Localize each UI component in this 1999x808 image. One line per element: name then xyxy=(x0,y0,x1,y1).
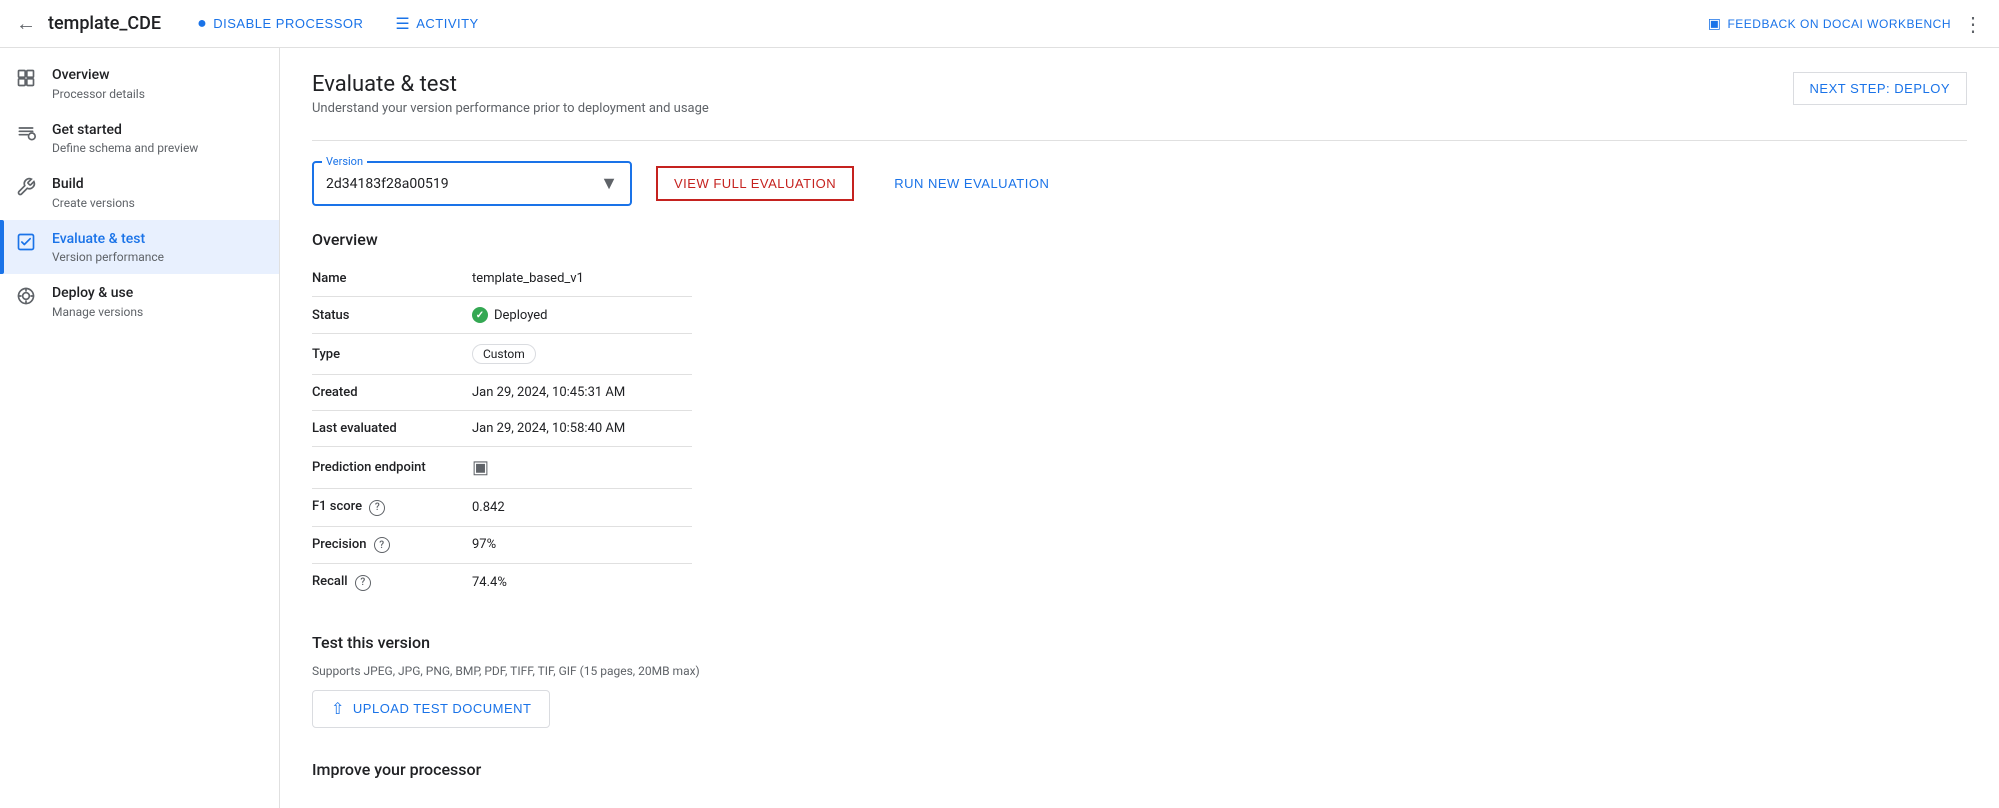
upload-icon: ⇧ xyxy=(331,699,345,719)
feedback-button[interactable]: ▣ FEEDBACK ON DOCAI WORKBENCH xyxy=(1708,15,1951,32)
row-key-type: Type xyxy=(312,334,472,375)
view-full-evaluation-button[interactable]: VIEW FULL EVALUATION xyxy=(656,166,854,201)
sidebar-item-overview[interactable]: Overview Processor details xyxy=(0,56,279,111)
row-key-precision: Precision ? xyxy=(312,526,472,564)
row-key-last-evaluated: Last evaluated xyxy=(312,411,472,447)
disable-icon: ● xyxy=(197,15,207,33)
table-row: Recall ? 74.4% xyxy=(312,564,692,601)
table-row: Status Deployed xyxy=(312,297,692,334)
evaluate-icon xyxy=(16,232,40,256)
row-value-prediction: ▣ xyxy=(472,447,692,489)
header-right: ▣ FEEDBACK ON DOCAI WORKBENCH ⋮ xyxy=(1708,12,1983,36)
row-value-last-evaluated: Jan 29, 2024, 10:58:40 AM xyxy=(472,411,692,447)
row-value-status: Deployed xyxy=(472,297,692,334)
row-key-prediction: Prediction endpoint xyxy=(312,447,472,489)
get-started-icon xyxy=(16,123,40,147)
disable-processor-button[interactable]: ● DISABLE PROCESSOR xyxy=(185,9,375,39)
test-section-title: Test this version xyxy=(312,633,1967,652)
version-select-wrapper[interactable]: Version 2d34183f28a00519 ▼ xyxy=(312,161,632,206)
status-dot xyxy=(472,307,488,323)
page-subtitle: Understand your version performance prio… xyxy=(312,101,709,116)
run-new-evaluation-button[interactable]: RUN NEW EVALUATION xyxy=(878,168,1065,199)
row-key-created: Created xyxy=(312,375,472,411)
f1-info-icon[interactable]: ? xyxy=(369,500,385,516)
app-title: template_CDE xyxy=(48,13,161,34)
back-icon[interactable]: ← xyxy=(16,11,36,36)
status-badge: Deployed xyxy=(472,307,692,323)
overview-table: Name template_based_v1 Status Deployed xyxy=(312,261,692,601)
row-key-name: Name xyxy=(312,261,472,297)
row-key-recall: Recall ? xyxy=(312,564,472,601)
table-row: Precision ? 97% xyxy=(312,526,692,564)
type-chip: Custom xyxy=(472,344,536,364)
page-header: Evaluate & test Understand your version … xyxy=(312,72,1967,116)
header-actions: ● DISABLE PROCESSOR ☰ ACTIVITY xyxy=(185,8,491,40)
version-value: 2d34183f28a00519 xyxy=(326,176,449,192)
version-row: Version 2d34183f28a00519 ▼ VIEW FULL EVA… xyxy=(312,161,1967,206)
row-key-status: Status xyxy=(312,297,472,334)
divider xyxy=(312,140,1967,141)
more-options-icon[interactable]: ⋮ xyxy=(1963,12,1983,36)
next-step-button[interactable]: NEXT STEP: DEPLOY xyxy=(1793,72,1967,105)
deploy-icon xyxy=(16,286,40,310)
recall-info-icon[interactable]: ? xyxy=(355,575,371,591)
status-text: Deployed xyxy=(494,308,548,323)
table-row: Type Custom xyxy=(312,334,692,375)
row-value-recall: 74.4% xyxy=(472,564,692,601)
version-label: Version xyxy=(322,155,367,168)
overview-section-title: Overview xyxy=(312,230,1967,249)
improve-section: Improve your processor xyxy=(312,760,1967,779)
row-value-type: Custom xyxy=(472,334,692,375)
page-title: Evaluate & test xyxy=(312,72,709,97)
table-row: Last evaluated Jan 29, 2024, 10:58:40 AM xyxy=(312,411,692,447)
deploy-nav-text: Deploy & use Manage versions xyxy=(52,284,143,319)
version-select-inner[interactable]: 2d34183f28a00519 ▼ xyxy=(326,167,618,200)
activity-icon: ☰ xyxy=(395,14,410,34)
sidebar: Overview Processor details Get started D… xyxy=(0,48,280,808)
test-section: Test this version Supports JPEG, JPG, PN… xyxy=(312,633,1967,728)
precision-info-icon[interactable]: ? xyxy=(374,537,390,553)
feedback-icon: ▣ xyxy=(1708,15,1722,32)
sidebar-item-get-started[interactable]: Get started Define schema and preview xyxy=(0,111,279,166)
get-started-nav-text: Get started Define schema and preview xyxy=(52,121,198,156)
dropdown-arrow-icon: ▼ xyxy=(600,173,618,194)
improve-section-title: Improve your processor xyxy=(312,760,1967,779)
build-nav-text: Build Create versions xyxy=(52,175,135,210)
table-row: Prediction endpoint ▣ xyxy=(312,447,692,489)
evaluate-nav-text: Evaluate & test Version performance xyxy=(52,230,164,265)
row-value-created: Jan 29, 2024, 10:45:31 AM xyxy=(472,375,692,411)
upload-test-document-button[interactable]: ⇧ UPLOAD TEST DOCUMENT xyxy=(312,690,550,728)
app-layout: Overview Processor details Get started D… xyxy=(0,48,1999,808)
row-key-f1: F1 score ? xyxy=(312,489,472,527)
table-row: F1 score ? 0.842 xyxy=(312,489,692,527)
table-row: Name template_based_v1 xyxy=(312,261,692,297)
sidebar-item-evaluate-test[interactable]: Evaluate & test Version performance xyxy=(0,220,279,275)
sidebar-item-deploy-use[interactable]: Deploy & use Manage versions xyxy=(0,274,279,329)
top-header: ← template_CDE ● DISABLE PROCESSOR ☰ ACT… xyxy=(0,0,1999,48)
row-value-f1: 0.842 xyxy=(472,489,692,527)
row-value-precision: 97% xyxy=(472,526,692,564)
overview-nav-text: Overview Processor details xyxy=(52,66,145,101)
row-value-name: template_based_v1 xyxy=(472,261,692,297)
page-title-group: Evaluate & test Understand your version … xyxy=(312,72,709,116)
sidebar-item-build[interactable]: Build Create versions xyxy=(0,165,279,220)
overview-icon xyxy=(16,68,40,92)
copy-icon[interactable]: ▣ xyxy=(472,457,489,478)
test-subtitle: Supports JPEG, JPG, PNG, BMP, PDF, TIFF,… xyxy=(312,664,1967,678)
build-icon xyxy=(16,177,40,201)
main-content: Evaluate & test Understand your version … xyxy=(280,48,1999,808)
table-row: Created Jan 29, 2024, 10:45:31 AM xyxy=(312,375,692,411)
activity-button[interactable]: ☰ ACTIVITY xyxy=(383,8,490,40)
